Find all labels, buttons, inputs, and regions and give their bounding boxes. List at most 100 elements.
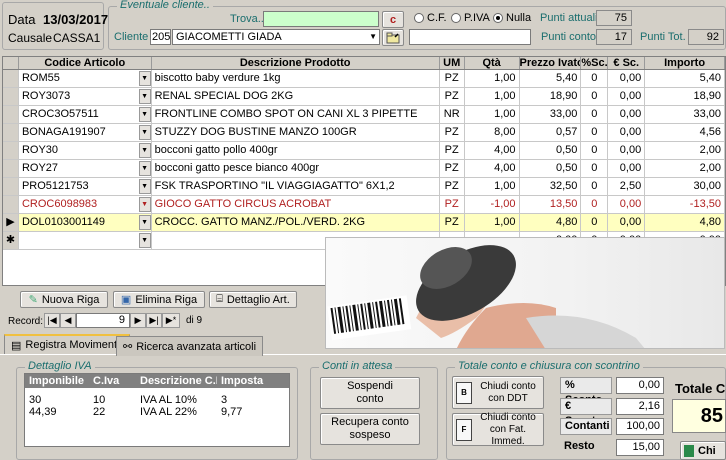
- grid-row[interactable]: CROC3O57511 ▼ FRONTLINE COMBO SPOT ON CANI…: [3, 106, 725, 124]
- first-record-icon[interactable]: |◀: [44, 313, 60, 328]
- cell-um[interactable]: PZ: [440, 142, 465, 159]
- c-button[interactable]: c: [382, 11, 404, 28]
- cell-codice[interactable]: ROY3073 ▼: [19, 88, 152, 105]
- col-psc[interactable]: %Sc.: [581, 57, 609, 69]
- cell-qta[interactable]: 8,00: [465, 124, 520, 141]
- cell-codice[interactable]: CROC6098983 ▼: [19, 196, 152, 213]
- cell-qta[interactable]: 1,00: [465, 106, 520, 123]
- cell-descrizione[interactable]: biscotto baby verdure 1kg: [152, 70, 440, 87]
- chevron-down-icon[interactable]: ▼: [138, 143, 151, 158]
- cell-um[interactable]: PZ: [440, 70, 465, 87]
- cell-um[interactable]: PZ: [440, 160, 465, 177]
- cell-qta[interactable]: 1,00: [465, 178, 520, 195]
- col-descrizione[interactable]: Descrizione Prodotto: [152, 57, 440, 69]
- row-selector[interactable]: [3, 70, 19, 87]
- new-row-indicator-icon[interactable]: ✱: [3, 232, 19, 249]
- chevron-down-icon[interactable]: ▼: [138, 197, 151, 212]
- cell-prezzo[interactable]: 0,50: [520, 142, 582, 159]
- new-record-icon[interactable]: ▶*: [162, 313, 180, 328]
- cell-esc[interactable]: 0,00: [608, 196, 646, 213]
- cell-descrizione[interactable]: FRONTLINE COMBO SPOT ON CANI XL 3 PIPETT…: [152, 106, 440, 123]
- cell-esc[interactable]: 2,50: [608, 178, 646, 195]
- row-selector[interactable]: [3, 178, 19, 195]
- sospendi-conto-button[interactable]: Sospendi conto: [320, 377, 420, 409]
- cell-prezzo[interactable]: 5,40: [520, 70, 582, 87]
- trova-input[interactable]: [263, 11, 379, 27]
- dettaglio-art-button[interactable]: ⌸ Dettaglio Art.: [209, 291, 297, 308]
- grid-row[interactable]: CROC6098983 ▼ GIOCO GATTO CIRCUS ACROBAT PZ…: [3, 196, 725, 214]
- grid-row[interactable]: ROM55 ▼ biscotto baby verdure 1kg PZ 1,00 5,4…: [3, 70, 725, 88]
- cell-um[interactable]: PZ: [440, 178, 465, 195]
- cell-esc[interactable]: 0,00: [608, 214, 646, 231]
- recupera-conto-button[interactable]: Recupera conto sospeso: [320, 413, 420, 445]
- cell-qta[interactable]: 4,00: [465, 142, 520, 159]
- cell-um[interactable]: PZ: [440, 124, 465, 141]
- radio-nulla[interactable]: Nulla: [493, 12, 531, 24]
- chevron-down-icon[interactable]: ▼: [138, 215, 151, 230]
- row-selector[interactable]: [3, 160, 19, 177]
- chevron-down-icon[interactable]: ▼: [138, 161, 151, 176]
- col-qta[interactable]: Qtà: [465, 57, 520, 69]
- chiudi-scontrino-button[interactable]: Chi: [680, 441, 726, 460]
- col-codice[interactable]: Codice Articolo: [19, 57, 152, 69]
- chiudi-fattura-button[interactable]: F Chiudi conto con Fat. Immed.: [452, 412, 544, 447]
- cell-psc[interactable]: 0: [581, 124, 609, 141]
- cell-prezzo[interactable]: 33,00: [520, 106, 582, 123]
- prev-record-icon[interactable]: ◀: [60, 313, 76, 328]
- next-record-icon[interactable]: ▶: [130, 313, 146, 328]
- cell-codice[interactable]: ROY30 ▼: [19, 142, 152, 159]
- contanti-input[interactable]: 100,00: [616, 418, 664, 435]
- cell-codice[interactable]: DOL0103001149 ▼: [19, 214, 152, 231]
- col-prezzo[interactable]: Prezzo Ivato: [520, 57, 582, 69]
- cell-qta[interactable]: -1,00: [465, 196, 520, 213]
- sconto-eur-input[interactable]: 2,16: [616, 398, 664, 415]
- cell-importo[interactable]: 5,40: [645, 70, 725, 87]
- cell-psc[interactable]: 0: [581, 196, 609, 213]
- grid-row[interactable]: BONAGA191907 ▼ STUZZY DOG BUSTINE MANZO 10…: [3, 124, 725, 142]
- cell-importo[interactable]: 2,00: [645, 160, 725, 177]
- chevron-down-icon[interactable]: ▼: [138, 125, 151, 140]
- cell-codice[interactable]: CROC3O57511 ▼: [19, 106, 152, 123]
- cell-prezzo[interactable]: 18,90: [520, 88, 582, 105]
- cliente-code[interactable]: 205: [150, 29, 171, 45]
- row-selector[interactable]: [3, 124, 19, 141]
- chevron-down-icon[interactable]: ▼: [138, 233, 151, 248]
- grid-row[interactable]: ROY30 ▼ bocconi gatto pollo 400gr PZ 4,00 0,5…: [3, 142, 725, 160]
- cell-prezzo[interactable]: 13,50: [520, 196, 582, 213]
- nuova-riga-button[interactable]: ✎ Nuova Riga: [20, 291, 108, 308]
- cell-esc[interactable]: 0,00: [608, 124, 646, 141]
- cell-descrizione[interactable]: bocconi gatto pesce bianco 400gr: [152, 160, 440, 177]
- col-esc[interactable]: € Sc.: [608, 57, 646, 69]
- last-record-icon[interactable]: ▶|: [146, 313, 162, 328]
- cell-qta[interactable]: 1,00: [465, 214, 520, 231]
- cliente-edit-button[interactable]: [382, 29, 404, 46]
- cell-qta[interactable]: 1,00: [465, 88, 520, 105]
- cell-importo[interactable]: 33,00: [645, 106, 725, 123]
- cell-esc[interactable]: 0,00: [608, 70, 646, 87]
- cliente-select[interactable]: GIACOMETTI GIADA ▼: [172, 29, 380, 45]
- cell-qta[interactable]: 4,00: [465, 160, 520, 177]
- cell-importo[interactable]: 18,90: [645, 88, 725, 105]
- current-row-indicator-icon[interactable]: ▶: [3, 214, 19, 231]
- cell-prezzo[interactable]: 0,50: [520, 160, 582, 177]
- chevron-down-icon[interactable]: ▼: [138, 89, 151, 104]
- cell-esc[interactable]: 0,00: [608, 88, 646, 105]
- cell-psc[interactable]: 0: [581, 160, 609, 177]
- cell-esc[interactable]: 0,00: [608, 106, 646, 123]
- radio-piva[interactable]: P.IVA: [451, 12, 490, 24]
- row-selector[interactable]: [3, 88, 19, 105]
- chevron-down-icon[interactable]: ▼: [138, 71, 151, 86]
- cell-codice[interactable]: PRO5121753 ▼: [19, 178, 152, 195]
- cell-importo[interactable]: 30,00: [645, 178, 725, 195]
- cell-psc[interactable]: 0: [581, 214, 609, 231]
- cell-um[interactable]: PZ: [440, 214, 465, 231]
- grid-row[interactable]: ROY27 ▼ bocconi gatto pesce bianco 400gr PZ…: [3, 160, 725, 178]
- elimina-riga-button[interactable]: ▣ Elimina Riga: [113, 291, 205, 308]
- tab-ricerca-avanzata[interactable]: ⚯ Ricerca avanzata articoli: [116, 336, 264, 356]
- cell-importo[interactable]: 2,00: [645, 142, 725, 159]
- grid-row[interactable]: ▶ DOL0103001149 ▼ CROCC. GATTO MANZ./POL./V…: [3, 214, 725, 232]
- sconto-pct-input[interactable]: 0,00: [616, 377, 664, 394]
- chiudi-ddt-button[interactable]: B Chiudi conto con DDT: [452, 376, 544, 409]
- cell-descrizione[interactable]: FSK TRASPORTINO "IL VIAGGIAGATTO" 6X1,2: [152, 178, 440, 195]
- cell-psc[interactable]: 0: [581, 88, 609, 105]
